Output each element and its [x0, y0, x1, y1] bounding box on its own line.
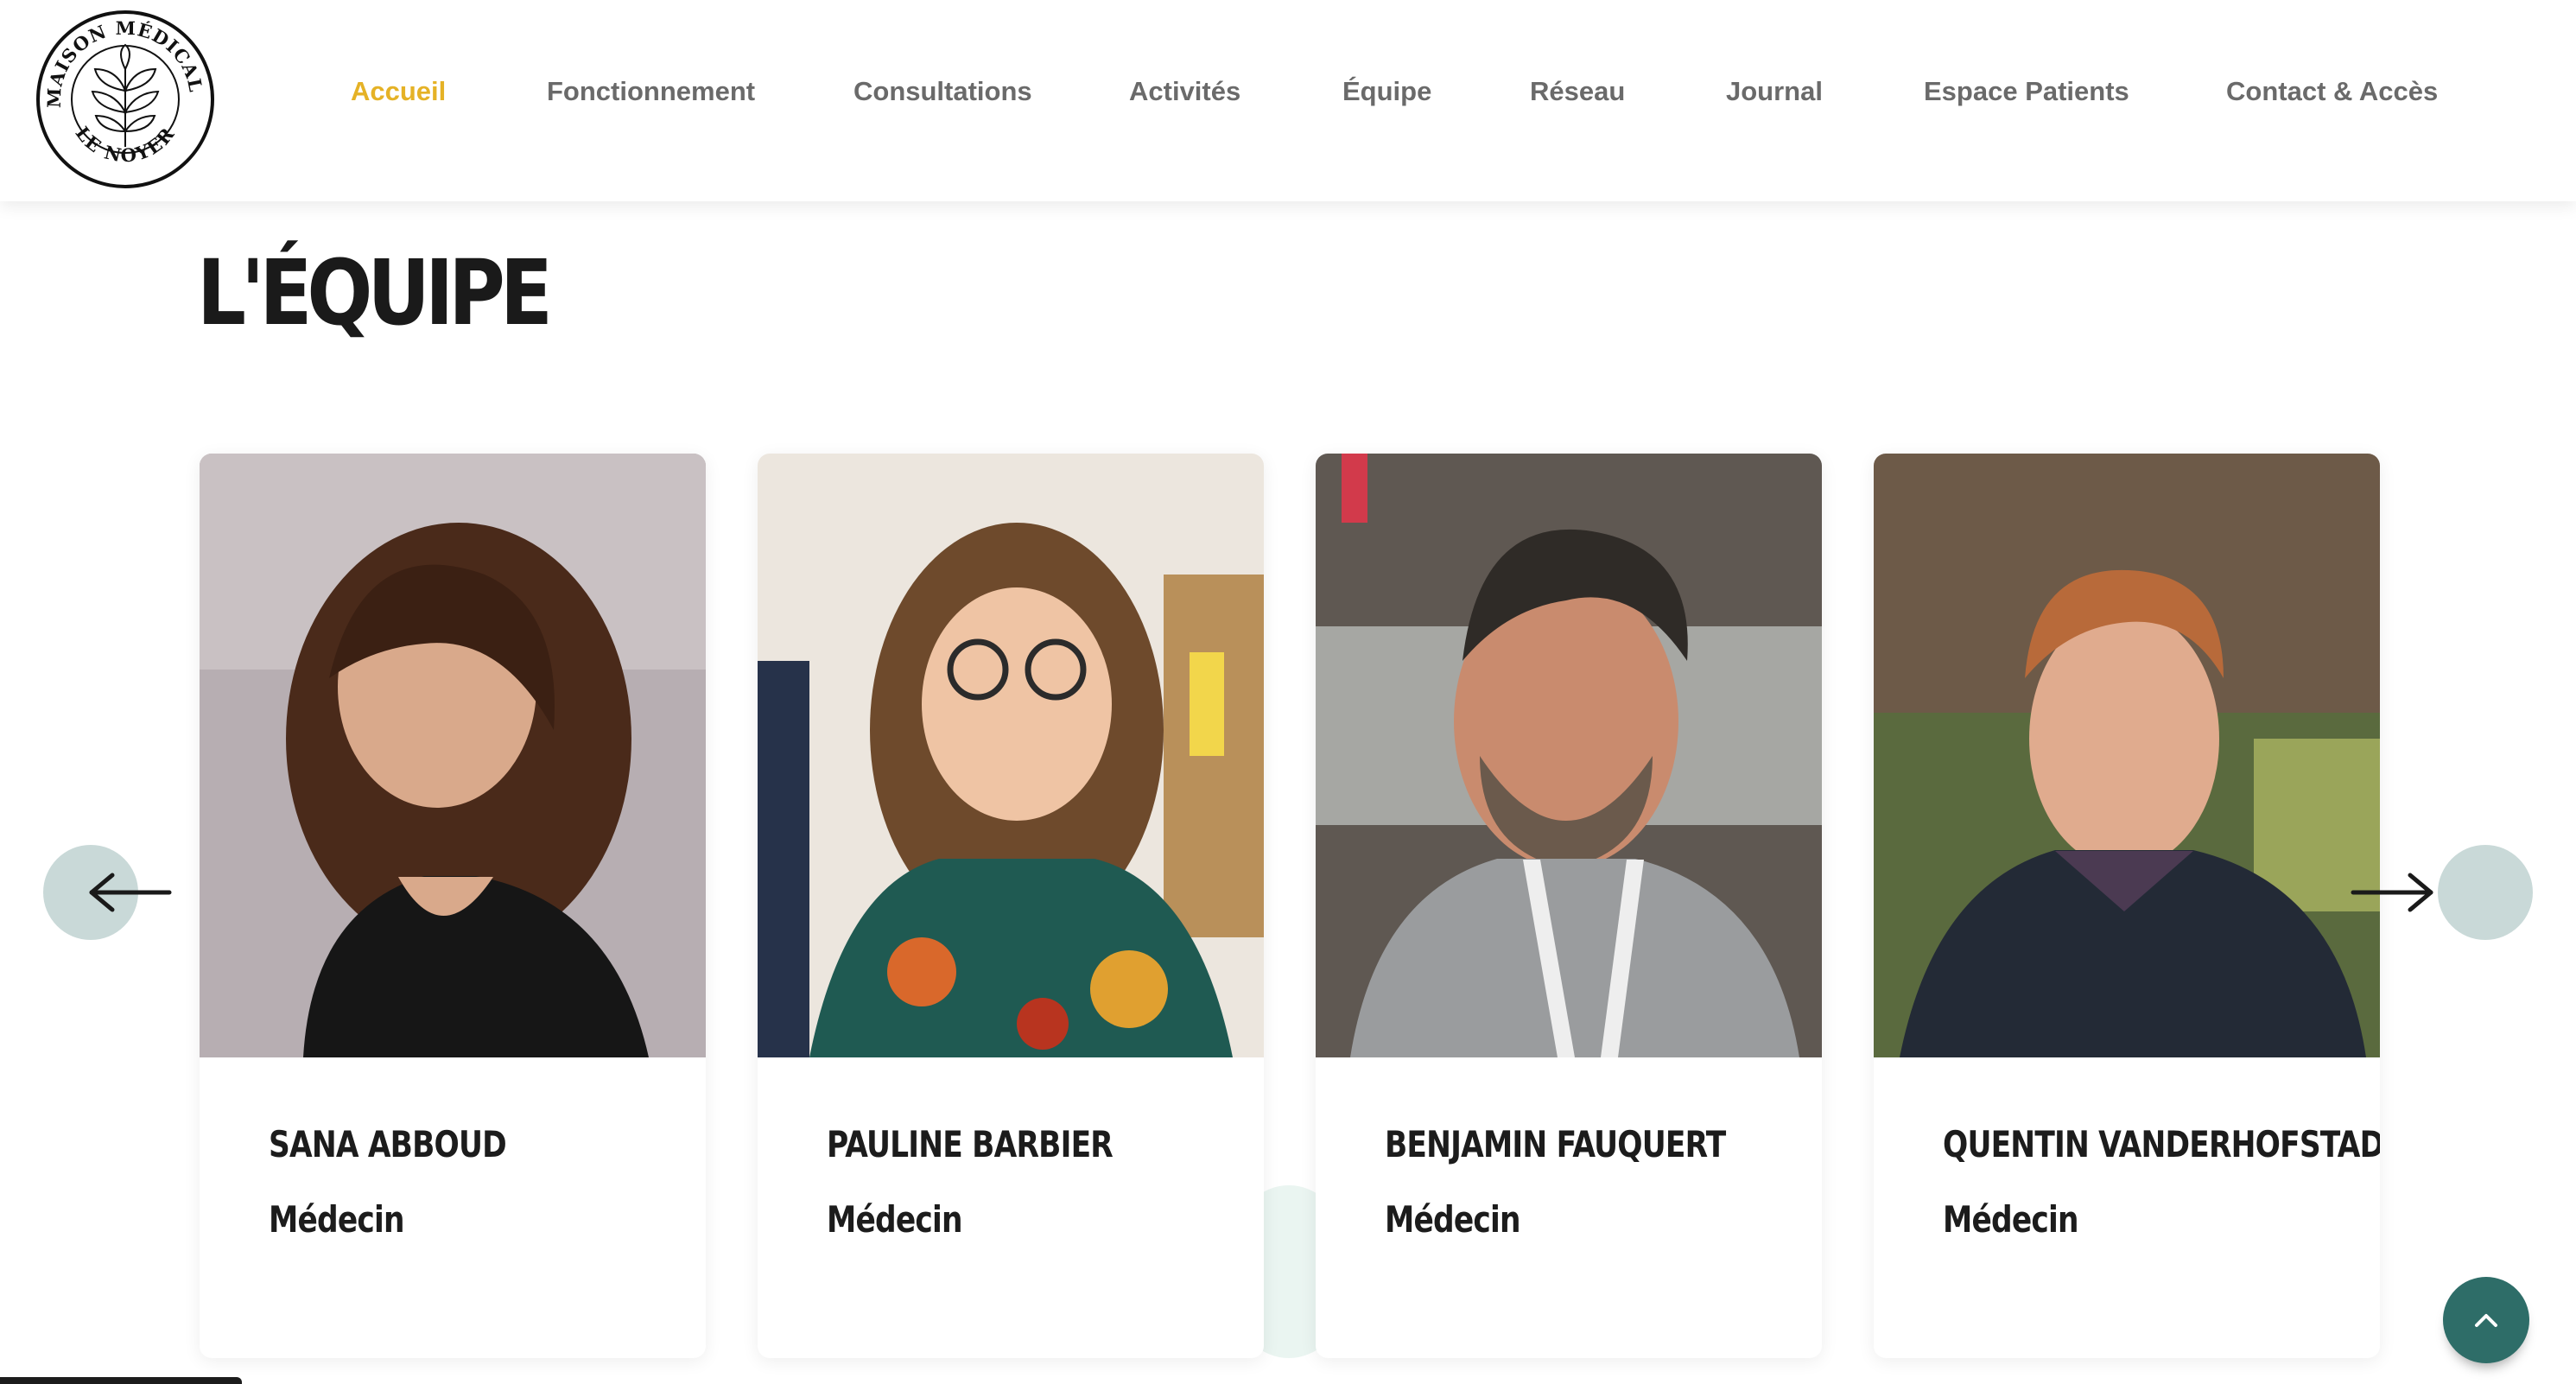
member-role: Médecin [269, 1198, 404, 1241]
member-role: Médecin [1385, 1198, 1520, 1241]
carousel-prev-button[interactable] [43, 845, 172, 940]
page-title: L'ÉQUIPE [197, 240, 553, 346]
leaf-emblem-icon: MAISON MÉDICALE LE NOYER [27, 0, 214, 188]
nav-item-fonctionnement[interactable]: Fonctionnement [547, 76, 755, 107]
carousel-next-button[interactable] [2351, 845, 2533, 940]
member-name: QUENTIN VANDERHOFSTADT [1943, 1123, 2380, 1165]
nav-item-equipe[interactable]: Équipe [1342, 76, 1431, 107]
team-card[interactable]: QUENTIN VANDERHOFSTADT Médecin [1874, 454, 2380, 1358]
arrow-right-icon [2351, 873, 2433, 912]
team-card[interactable]: PAULINE BARBIER Médecin [758, 454, 1264, 1358]
member-name: PAULINE BARBIER [827, 1123, 1114, 1165]
member-photo [758, 454, 1264, 1057]
nav-item-espace-patients[interactable]: Espace Patients [1924, 76, 2129, 107]
member-name: SANA ABBOUD [269, 1123, 507, 1165]
nav-item-journal[interactable]: Journal [1726, 76, 1823, 107]
team-card[interactable]: BENJAMIN FAUQUERT Médecin [1316, 454, 1822, 1358]
member-role: Médecin [827, 1198, 962, 1241]
nav-item-contact-acces[interactable]: Contact & Accès [2226, 76, 2438, 107]
site-logo[interactable]: MAISON MÉDICALE LE NOYER [27, 0, 216, 190]
member-photo [1316, 454, 1822, 1057]
member-role: Médecin [1943, 1198, 2078, 1241]
team-card[interactable]: SANA ABBOUD Médecin [200, 454, 706, 1358]
site-header: MAISON MÉDICALE LE NOYER Accueil Fonctio… [0, 0, 2576, 201]
scroll-to-top-button[interactable] [2443, 1277, 2529, 1363]
member-photo [1874, 454, 2380, 1057]
nav-item-reseau[interactable]: Réseau [1530, 76, 1625, 107]
nav-item-consultations[interactable]: Consultations [853, 76, 1032, 107]
member-photo [200, 454, 706, 1057]
nav-item-activites[interactable]: Activités [1129, 76, 1240, 107]
nav-item-accueil[interactable]: Accueil [351, 76, 446, 107]
arrow-left-icon [89, 873, 172, 912]
chevron-up-icon [2475, 1314, 2497, 1327]
bottom-bar [0, 1377, 242, 1384]
member-name: BENJAMIN FAUQUERT [1385, 1123, 1726, 1165]
